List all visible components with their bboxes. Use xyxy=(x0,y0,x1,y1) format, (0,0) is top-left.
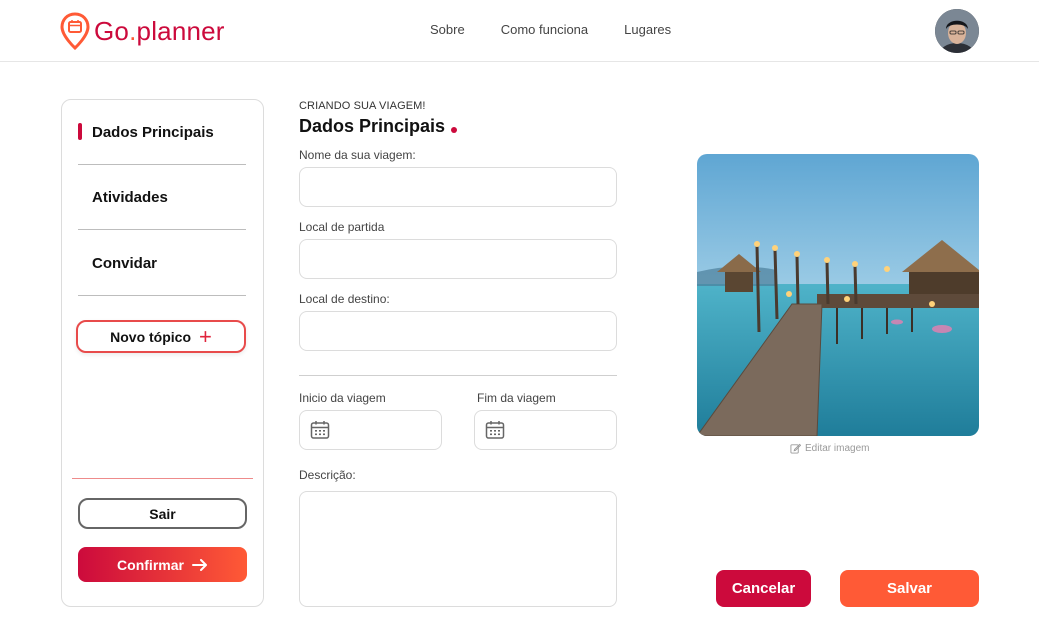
top-header: Go.planner Sobre Como funciona Lugares xyxy=(0,0,1039,62)
sidebar-item-atividades[interactable]: Atividades xyxy=(78,165,246,230)
main-nav: Sobre Como funciona Lugares xyxy=(430,22,671,37)
nav-link-lugares[interactable]: Lugares xyxy=(624,22,671,37)
exit-button[interactable]: Sair xyxy=(78,498,247,529)
save-button[interactable]: Salvar xyxy=(840,570,979,607)
description-label: Descrição: xyxy=(299,468,356,482)
calendar-icon xyxy=(310,421,330,439)
active-marker xyxy=(78,123,82,140)
departure-input[interactable] xyxy=(299,239,617,279)
sidebar-item-dados-principais[interactable]: Dados Principais xyxy=(78,100,246,165)
arrow-right-icon xyxy=(191,558,207,571)
end-date-input[interactable] xyxy=(474,410,617,450)
sidebar-divider xyxy=(72,478,253,479)
logo-text: Go.planner xyxy=(94,15,225,46)
location-pin-icon xyxy=(60,12,90,50)
new-topic-button[interactable]: Novo tópico + xyxy=(76,320,246,353)
form-divider xyxy=(299,375,617,376)
form-eyebrow: CRIANDO SUA VIAGEM! xyxy=(299,100,426,112)
start-date-input[interactable] xyxy=(299,410,442,450)
trip-name-input[interactable] xyxy=(299,167,617,207)
nav-link-como-funciona[interactable]: Como funciona xyxy=(501,22,588,37)
sidebar: Dados Principais Atividades Convidar Nov… xyxy=(61,99,264,607)
trip-cover-image xyxy=(697,154,979,436)
start-date-label: Inicio da viagem xyxy=(299,391,386,405)
departure-label: Local de partida xyxy=(299,220,385,234)
confirm-button[interactable]: Confirmar xyxy=(78,547,247,582)
plus-icon: + xyxy=(199,323,212,349)
destination-input[interactable] xyxy=(299,311,617,351)
user-avatar[interactable] xyxy=(935,9,979,53)
end-date-label: Fim da viagem xyxy=(477,391,556,405)
nav-link-sobre[interactable]: Sobre xyxy=(430,22,465,37)
description-textarea[interactable] xyxy=(299,491,617,607)
avatar-image xyxy=(935,9,979,53)
cancel-button[interactable]: Cancelar xyxy=(716,570,811,607)
edit-image-link[interactable]: Editar imagem xyxy=(790,443,869,454)
calendar-icon xyxy=(485,421,505,439)
logo[interactable]: Go.planner xyxy=(60,12,225,50)
form-title: Dados Principais xyxy=(299,116,458,137)
edit-icon xyxy=(790,443,801,454)
title-dot xyxy=(451,126,458,133)
sidebar-item-convidar[interactable]: Convidar xyxy=(78,231,246,296)
trip-name-label: Nome da sua viagem: xyxy=(299,148,416,162)
destination-label: Local de destino: xyxy=(299,292,390,306)
